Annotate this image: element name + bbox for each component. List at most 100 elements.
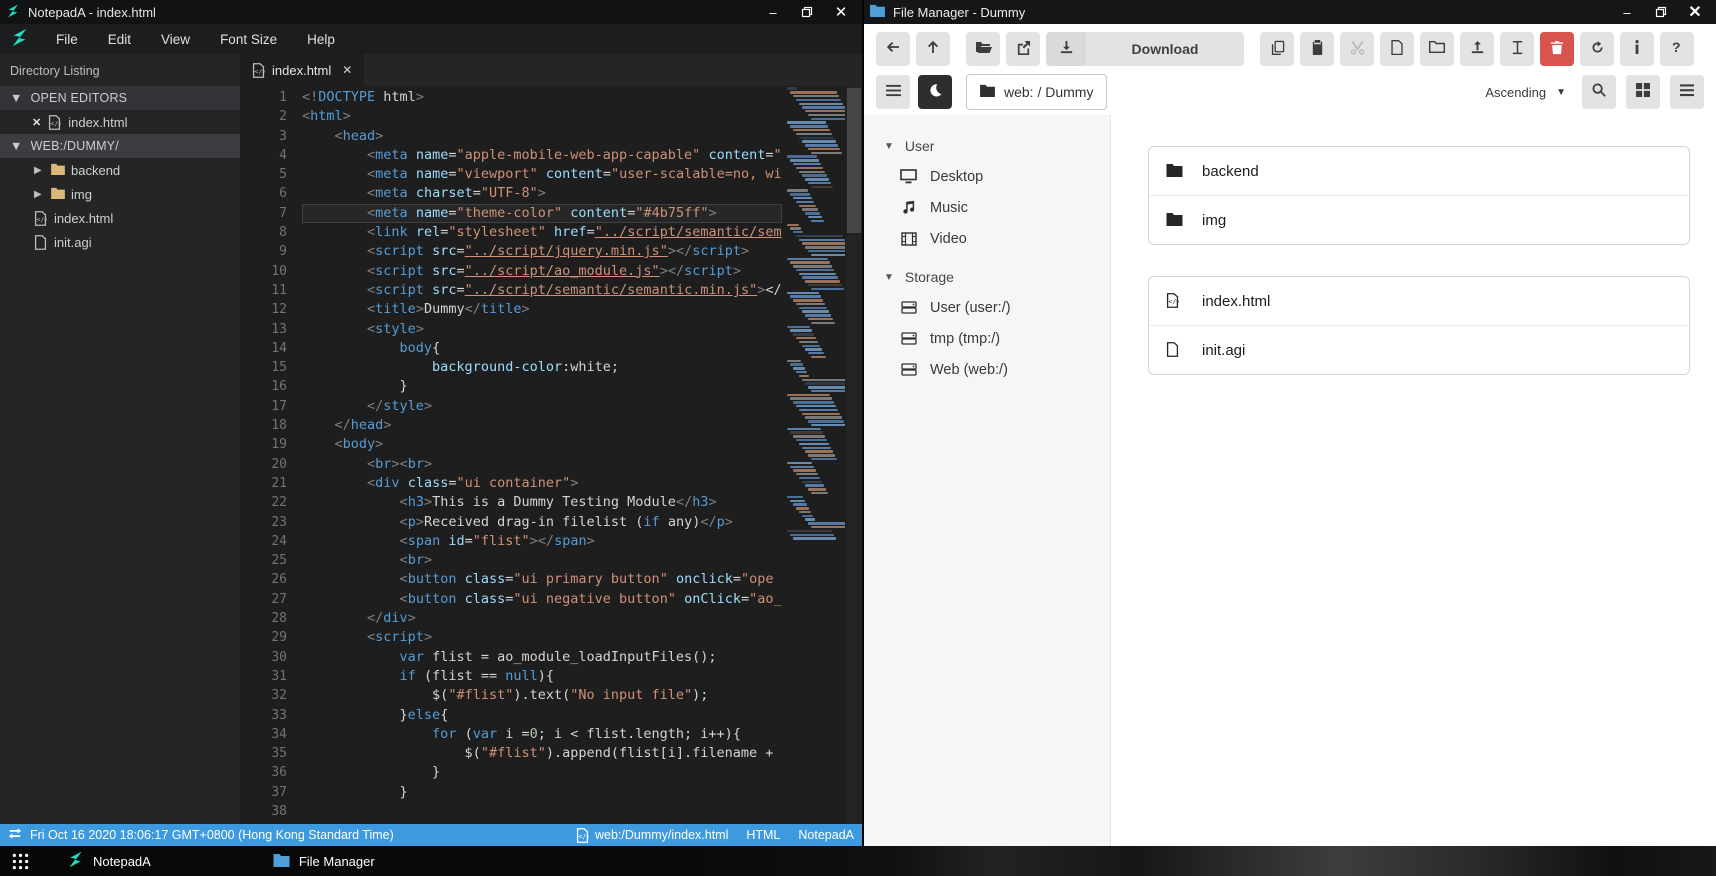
minimize-icon[interactable]: –	[1612, 2, 1642, 22]
list-view-button[interactable]	[1670, 75, 1704, 109]
code-line[interactable]: </head>	[302, 416, 782, 435]
taskbar-item-filemanager[interactable]: File Manager	[273, 853, 375, 870]
app-launcher-button[interactable]	[12, 853, 29, 870]
code-line[interactable]: <span id="flist"></span>	[302, 532, 782, 551]
new-file-button[interactable]	[1380, 32, 1414, 66]
tree-item-img[interactable]: ▶ img	[0, 182, 240, 206]
tree-section-open-editors[interactable]: ▼ OPEN EDITORS	[0, 86, 240, 110]
code-line[interactable]: <head>	[302, 127, 782, 146]
code-line[interactable]: <link rel="stylesheet" href="../script/s…	[302, 223, 782, 242]
code-line[interactable]: $("#flist").append(flist[i].filename +	[302, 744, 782, 763]
minimap[interactable]	[783, 86, 845, 646]
menu-help[interactable]: Help	[292, 24, 350, 54]
code-line[interactable]: <meta charset="UTF-8">	[302, 184, 782, 203]
code-line[interactable]: <html>	[302, 107, 782, 126]
help-button[interactable]: ?	[1660, 32, 1694, 66]
grid-view-button[interactable]	[1626, 75, 1660, 109]
filemanager-titlebar[interactable]: File Manager - Dummy – ✕	[864, 0, 1716, 24]
code-line[interactable]: <body>	[302, 435, 782, 454]
menu-view[interactable]: View	[146, 24, 205, 54]
sort-order-dropdown[interactable]: Ascending ▼	[1485, 85, 1572, 100]
close-icon[interactable]: ✕	[1680, 2, 1710, 22]
sidebar-section-header-user[interactable]: ▼ User	[864, 131, 1110, 161]
cut-button[interactable]	[1340, 32, 1374, 66]
download-button[interactable]: Download	[1086, 32, 1244, 66]
code-line[interactable]: <meta name="apple-mobile-web-app-capable…	[302, 146, 782, 165]
path-breadcrumb[interactable]: web: / Dummy	[966, 74, 1108, 110]
code-line[interactable]: <!DOCTYPE html>	[302, 88, 782, 107]
taskbar-item-notepada[interactable]: NotepadA	[67, 851, 151, 871]
restore-icon[interactable]	[792, 2, 822, 22]
search-button[interactable]	[1582, 75, 1616, 109]
sidebar-item-tmp-tmp-[interactable]: tmp (tmp:/)	[864, 323, 1110, 354]
code-line[interactable]: background-color:white;	[302, 358, 782, 377]
code-line[interactable]: <script src="../script/semantic/semantic…	[302, 281, 782, 300]
menu-button[interactable]	[876, 75, 910, 109]
code-line[interactable]: <button class="ui primary button" onclic…	[302, 570, 782, 589]
statusbar-filepath[interactable]: web:/Dummy/index.html	[595, 828, 728, 842]
tree-item-index-html[interactable]: ✕ </> index.html	[0, 110, 240, 134]
tab-index-html[interactable]: </> index.html ✕	[240, 54, 365, 86]
code-line[interactable]: <meta name="viewport" content="user-scal…	[302, 165, 782, 184]
back-arrow-button[interactable]	[876, 32, 910, 66]
sidebar-item-web-web-[interactable]: Web (web:/)	[864, 354, 1110, 385]
folder-open-button[interactable]	[966, 32, 1000, 66]
file-row-img[interactable]: img	[1149, 195, 1689, 244]
menu-font-size[interactable]: Font Size	[205, 24, 292, 54]
sidebar-section-header-storage[interactable]: ▼ Storage	[864, 262, 1110, 292]
sidebar-item-user-user-[interactable]: User (user:/)	[864, 292, 1110, 323]
tree-item-backend[interactable]: ▶ backend	[0, 158, 240, 182]
refresh-button[interactable]	[1580, 32, 1614, 66]
close-icon[interactable]: ✕	[826, 2, 856, 22]
external-link-button[interactable]	[1006, 32, 1040, 66]
download-button[interactable]	[1046, 32, 1086, 66]
code-line[interactable]: }	[302, 377, 782, 396]
code-line[interactable]: </style>	[302, 397, 782, 416]
menu-file[interactable]: File	[41, 24, 93, 54]
upload-button[interactable]	[1460, 32, 1494, 66]
code-line[interactable]: <title>Dummy</title>	[302, 300, 782, 319]
scrollbar-thumb[interactable]	[847, 88, 861, 233]
menu-edit[interactable]: Edit	[93, 24, 146, 54]
info-button[interactable]	[1620, 32, 1654, 66]
code-line[interactable]: <meta name="theme-color" content="#4b75f…	[302, 203, 782, 224]
code-line[interactable]	[302, 802, 782, 821]
file-row-backend[interactable]: backend	[1149, 147, 1689, 195]
dark-mode-button[interactable]	[918, 75, 952, 109]
paste-button[interactable]	[1300, 32, 1334, 66]
code-line[interactable]: <script src="../script/ao_module.js"></s…	[302, 262, 782, 281]
code-line[interactable]: }else{	[302, 706, 782, 725]
code-line[interactable]: <button class="ui negative button" onCli…	[302, 590, 782, 609]
sidebar-item-music[interactable]: Music	[864, 192, 1110, 223]
restore-icon[interactable]	[1646, 2, 1676, 22]
tree-item-init-agi[interactable]: init.agi	[0, 230, 240, 254]
editor-scrollbar[interactable]	[846, 86, 862, 824]
code-line[interactable]: </div>	[302, 609, 782, 628]
code-line[interactable]: <script>	[302, 628, 782, 647]
code-line[interactable]: }	[302, 763, 782, 782]
file-row-index-html[interactable]: </> index.html	[1149, 277, 1689, 325]
sidebar-item-desktop[interactable]: Desktop	[864, 161, 1110, 192]
code-line[interactable]: <br><br>	[302, 455, 782, 474]
code-line[interactable]: var flist = ao_module_loadInputFiles();	[302, 648, 782, 667]
statusbar-language[interactable]: HTML	[746, 828, 780, 842]
code-line[interactable]: <div class="ui container">	[302, 474, 782, 493]
code-line[interactable]: if (flist == null){	[302, 667, 782, 686]
code-line[interactable]: body{	[302, 339, 782, 358]
minimize-icon[interactable]: –	[758, 2, 788, 22]
sidebar-item-video[interactable]: Video	[864, 223, 1110, 254]
code-line[interactable]: <br>	[302, 551, 782, 570]
rename-button[interactable]	[1500, 32, 1534, 66]
code-line[interactable]: }	[302, 783, 782, 802]
code-line[interactable]: <style>	[302, 320, 782, 339]
delete-button[interactable]	[1540, 32, 1574, 66]
notepada-titlebar[interactable]: NotepadA - index.html – ✕	[0, 0, 862, 24]
file-row-init-agi[interactable]: init.agi	[1149, 325, 1689, 374]
new-folder-button[interactable]	[1420, 32, 1454, 66]
code-editor[interactable]: 1 2 3 4 5 6 7 8 9 10 11 12 13 14 15 16 17 18 19 20 21 22 23 24 2…	[240, 86, 862, 824]
up-arrow-button[interactable]	[916, 32, 950, 66]
code-line[interactable]: <p>Received drag-in filelist (if any)</p…	[302, 513, 782, 532]
tree-section-web-dummy-[interactable]: ▼ WEB:/DUMMY/	[0, 134, 240, 158]
code-line[interactable]: for (var i =0; i < flist.length; i++){	[302, 725, 782, 744]
copy-button[interactable]	[1260, 32, 1294, 66]
